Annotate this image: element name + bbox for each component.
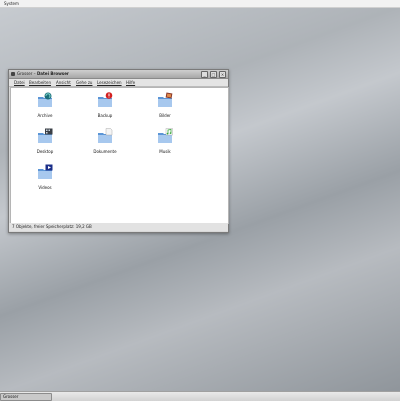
file-label: Videos [38, 185, 52, 190]
file-item-archive[interactable]: Archive [25, 92, 65, 118]
window-controls: _ □ × [201, 71, 226, 78]
file-label: Bilder [159, 113, 171, 118]
backup-folder-icon [98, 92, 113, 107]
window-title-app: Datei Browser [36, 71, 69, 76]
close-button[interactable]: × [219, 71, 226, 78]
window-title: Grosser – Datei Browser [17, 71, 69, 76]
file-item-musik[interactable]: Musik [145, 128, 185, 154]
menu-hilfe[interactable]: Hilfe [126, 79, 135, 86]
system-menu[interactable]: System [4, 0, 19, 7]
archive-folder-icon [38, 92, 52, 107]
top-panel: System [0, 0, 400, 8]
minimize-button[interactable]: _ [201, 71, 208, 78]
menu-lesezeichen[interactable]: Lesezeichen [97, 79, 122, 86]
file-label: Dokumente [93, 149, 117, 154]
menubar: Datei Bearbeiten Ansicht Gehe zu Lesezei… [9, 79, 228, 87]
pictures-folder-icon [158, 92, 173, 107]
videos-folder-icon [38, 164, 53, 179]
file-view[interactable]: Archive Backup Bilder Desktop Dokumente … [10, 87, 229, 224]
file-item-backup[interactable]: Backup [85, 92, 125, 118]
file-label: Backup [97, 113, 113, 118]
file-manager-window: Grosser – Datei Browser _ □ × Datei Bear… [8, 69, 229, 233]
menu-datei[interactable]: Datei [14, 79, 25, 86]
file-item-bilder[interactable]: Bilder [145, 92, 185, 118]
menu-bearbeiten[interactable]: Bearbeiten [29, 79, 51, 86]
status-text: 7 Objekte, freier Speicherplatz: 19,2 GB [12, 224, 92, 229]
file-item-desktop[interactable]: Desktop [25, 128, 65, 154]
folder-app-icon [11, 72, 15, 76]
menu-gehe-zu[interactable]: Gehe zu [76, 79, 92, 86]
file-label: Musik [159, 149, 171, 154]
file-item-dokumente[interactable]: Dokumente [85, 128, 125, 154]
desktop-folder-icon [38, 128, 53, 143]
window-titlebar[interactable]: Grosser – Datei Browser _ □ × [9, 70, 228, 79]
menu-ansicht[interactable]: Ansicht [56, 79, 71, 86]
music-folder-icon [158, 128, 173, 143]
window-title-folder: Grosser [17, 71, 33, 76]
file-label: Archive [37, 113, 53, 118]
status-bar: 7 Objekte, freier Speicherplatz: 19,2 GB [9, 223, 228, 231]
file-label: Desktop [36, 149, 54, 154]
documents-folder-icon [98, 128, 113, 143]
maximize-button[interactable]: □ [210, 71, 217, 78]
file-item-videos[interactable]: Videos [25, 164, 65, 190]
